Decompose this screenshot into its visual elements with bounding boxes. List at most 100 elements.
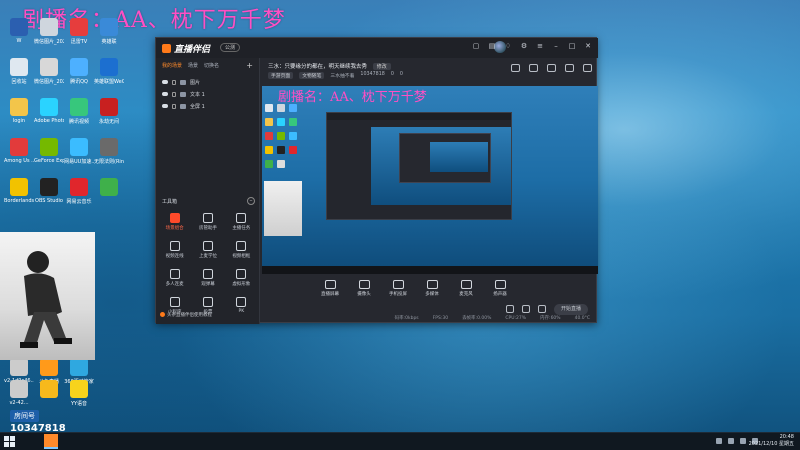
bell-icon[interactable] [565, 64, 574, 72]
maximize-icon[interactable]: □ [568, 42, 576, 50]
capture-tool-button[interactable]: 麦克风 [454, 280, 478, 297]
message-icon[interactable]: ▢ [472, 42, 480, 50]
desktop-icon[interactable]: 英雄联盟WeGame版 [94, 58, 124, 85]
desktop-icon[interactable] [34, 380, 64, 400]
record-icon[interactable] [506, 305, 514, 313]
eye-icon[interactable] [162, 104, 168, 108]
settings-icon[interactable]: ⚙ [520, 42, 528, 50]
shirt-icon[interactable]: ♢ [504, 42, 512, 50]
desktop-icon-label: 永劫无间 [98, 119, 119, 125]
edit-title-button[interactable]: 修改 [372, 63, 391, 70]
taskbar-live-app-icon[interactable] [44, 434, 58, 449]
capture-tool-button[interactable]: 摄像头 [352, 280, 376, 297]
desktop-icon[interactable]: 网易云音乐 [64, 178, 94, 205]
capture-tool-label: 扬声器 [493, 292, 507, 297]
desktop-icon[interactable]: 永劫无间 [94, 98, 124, 125]
toolbox-item[interactable]: 视频连线 [158, 241, 191, 259]
menu-icon[interactable]: ≡ [536, 42, 544, 50]
beta-badge[interactable]: 公测 [220, 43, 241, 52]
lock-icon[interactable] [172, 91, 176, 97]
desktop-icon[interactable]: 网易UU加速... [64, 138, 94, 165]
desktop-icon[interactable]: 微信图片_2021120... [34, 58, 64, 85]
desktop-icon[interactable]: Among Us ... [4, 138, 34, 164]
source-row[interactable]: 文本 1 [162, 88, 253, 100]
room-number-badge: 房间号 10347818 [10, 410, 70, 434]
tool-icon [236, 297, 247, 307]
stream-preview[interactable]: 剧播名：AA、枕下万千梦 [262, 86, 598, 274]
eye-icon[interactable] [162, 80, 168, 84]
desktop-icon[interactable]: OBS Studio [34, 178, 64, 204]
toolbox-collapse-icon[interactable]: – [247, 197, 255, 205]
desktop-icon[interactable]: 无限法则(Ring of Elysium) [94, 138, 124, 165]
toolbox-item[interactable]: 虚拟形象 [225, 269, 258, 287]
capture-tool-button[interactable]: 手机投屏 [386, 280, 410, 297]
windows-start-icon[interactable] [4, 436, 15, 447]
stream-settings-icon[interactable] [538, 305, 546, 313]
tab-my-scene[interactable]: 我的场景 [162, 62, 182, 69]
capture-tool-button[interactable]: 扬声器 [488, 280, 512, 297]
desktop-icon[interactable]: 英雄联 [94, 18, 124, 45]
toolbox-title: 工具箱 [162, 199, 178, 205]
app-icon [100, 18, 118, 36]
desktop-icon-label: Adobe Photosh... [34, 118, 64, 124]
toolbox-item[interactable]: 主播任务 [225, 213, 258, 231]
tray-chevron-icon[interactable] [716, 438, 722, 444]
toolbox-item[interactable]: 观弹幕 [191, 269, 224, 287]
desktop-icon[interactable]: Adobe Photosh... [34, 98, 64, 124]
desktop-icon[interactable]: 迅雷TV [64, 18, 94, 45]
category-chip[interactable]: 手游页面 [268, 72, 294, 79]
screen-icon [180, 103, 186, 109]
lock-icon[interactable] [172, 103, 176, 109]
tag-chip[interactable]: 文物随笔 [299, 72, 325, 79]
toolbox-item[interactable]: PK [225, 297, 258, 315]
tutorial-link[interactable]: 头条直播伴侣使用教程 [160, 312, 212, 318]
status-bar: 码率:0kbps FPS:30 丢帧率:0.00% CPU:27% 内存:60% 40.0… [260, 314, 598, 324]
source-list: 图片 文本 1 全屏 1 [156, 72, 259, 116]
taskbar-clock[interactable]: 20:48 2021/12/10 星期五 [749, 434, 794, 448]
layout-icon[interactable]: ▤ [488, 42, 496, 50]
toolbox-item[interactable]: 视频相框 [225, 241, 258, 259]
lock-screen-icon[interactable] [529, 64, 538, 72]
desktop-icon[interactable]: 腾讯QQ [64, 58, 94, 85]
lock-icon[interactable] [172, 79, 176, 85]
eye-icon[interactable] [162, 92, 168, 96]
capture-tool-button[interactable]: 多媒体 [420, 280, 444, 297]
share-icon[interactable] [547, 64, 556, 72]
desktop-icon-label: 微信图片_2021120... [34, 79, 64, 85]
toolbox-item[interactable]: 房管助手 [191, 213, 224, 231]
app-icon [100, 98, 118, 116]
network-icon[interactable] [728, 438, 734, 444]
tool-icon [202, 269, 213, 279]
app-icon [10, 178, 28, 196]
gift-icon[interactable] [583, 64, 592, 72]
desktop-icon[interactable]: Borderlands 2 [4, 178, 34, 204]
desktop-icon[interactable]: v2-42... [4, 380, 34, 406]
minimize-icon[interactable]: – [552, 42, 560, 50]
tool-icon [236, 269, 247, 279]
view-icon[interactable] [522, 305, 530, 313]
desktop-icon[interactable]: GeForce Experience [34, 138, 64, 164]
app-icon [40, 178, 58, 196]
toolbox-item[interactable]: 上麦学位 [191, 241, 224, 259]
shop-icon[interactable] [511, 64, 520, 72]
toolbox-item[interactable]: 多人连麦 [158, 269, 191, 287]
desktop-icon[interactable] [94, 178, 124, 198]
tab-switch[interactable]: 切换名 [204, 62, 219, 69]
desktop-icon[interactable]: 微信图片_2021120... [34, 18, 64, 45]
add-scene-icon[interactable]: + [246, 61, 253, 70]
tab-scene[interactable]: 场景 [188, 62, 198, 69]
desktop-icon[interactable]: login [4, 98, 34, 124]
source-row[interactable]: 图片 [162, 76, 253, 88]
toolbox-item[interactable]: 场景组合 [158, 213, 191, 231]
capture-tool-button[interactable]: 直播屏幕 [318, 280, 342, 297]
app-icon [70, 380, 88, 398]
desktop-icon[interactable]: YY语音 [64, 380, 94, 407]
desktop-icon[interactable]: 回收站 [4, 58, 34, 85]
app-icon [40, 358, 58, 376]
close-icon[interactable]: ✕ [584, 42, 592, 50]
desktop-icon[interactable]: W [4, 18, 34, 44]
app-name: 直播伴侣 [174, 45, 211, 55]
desktop-icon[interactable]: 腾讯视频 [64, 98, 94, 125]
volume-icon[interactable] [740, 438, 746, 444]
source-row[interactable]: 全屏 1 [162, 100, 253, 112]
